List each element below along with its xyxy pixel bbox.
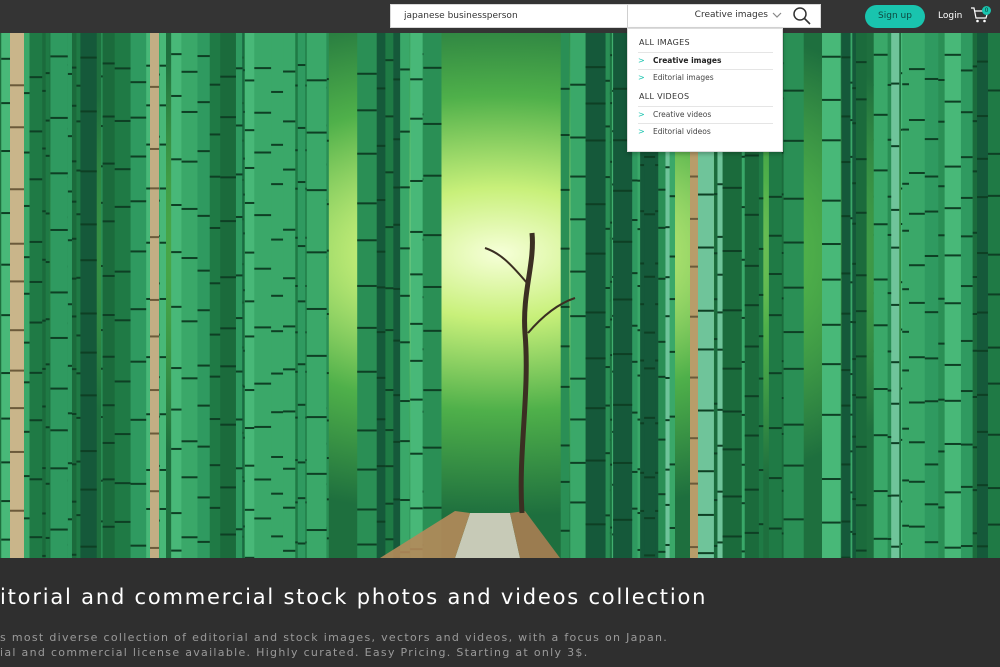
search-input[interactable] — [391, 5, 627, 27]
dropdown-item-label: Editorial images — [653, 73, 714, 82]
hero-image — [0, 33, 1000, 558]
search-type-select[interactable]: Creative images — [628, 5, 785, 27]
chevron-right-icon: > — [638, 110, 645, 119]
top-bar: Creative images Sign up Login 0 — [0, 0, 1000, 33]
intro-text-line-1: s most diverse collection of editorial a… — [0, 631, 669, 644]
bamboo-forest-image — [0, 33, 1000, 558]
dropdown-item-label: Creative images — [653, 56, 722, 65]
dropdown-item-label: Creative videos — [653, 110, 712, 119]
chevron-right-icon: > — [638, 73, 645, 82]
search-type-label: Creative images — [694, 10, 768, 20]
dropdown-heading-videos: ALL VIDEOS — [639, 92, 690, 101]
intro-section: itorial and commercial stock photos and … — [0, 558, 1000, 667]
dropdown-item-creative-videos[interactable]: > Creative videos — [638, 106, 773, 123]
chevron-right-icon: > — [638, 56, 645, 65]
signup-button[interactable]: Sign up — [865, 5, 925, 28]
intro-headline: itorial and commercial stock photos and … — [0, 585, 708, 609]
search-type-dropdown: ALL IMAGES > Creative images > Editorial… — [627, 28, 783, 152]
dropdown-item-creative-images[interactable]: > Creative images — [638, 52, 773, 69]
login-link[interactable]: Login — [938, 11, 962, 21]
intro-text-line-2: ial and commercial license available. Hi… — [0, 646, 589, 659]
search-icon[interactable] — [792, 6, 812, 26]
search-bar: Creative images — [390, 4, 821, 28]
dropdown-heading-images: ALL IMAGES — [639, 38, 690, 47]
dropdown-item-editorial-videos[interactable]: > Editorial videos — [638, 123, 773, 140]
chevron-right-icon: > — [638, 127, 645, 136]
cart-count-badge: 0 — [982, 6, 991, 15]
dropdown-item-editorial-images[interactable]: > Editorial images — [638, 69, 773, 86]
chevron-down-icon — [772, 12, 782, 18]
dropdown-item-label: Editorial videos — [653, 127, 711, 136]
